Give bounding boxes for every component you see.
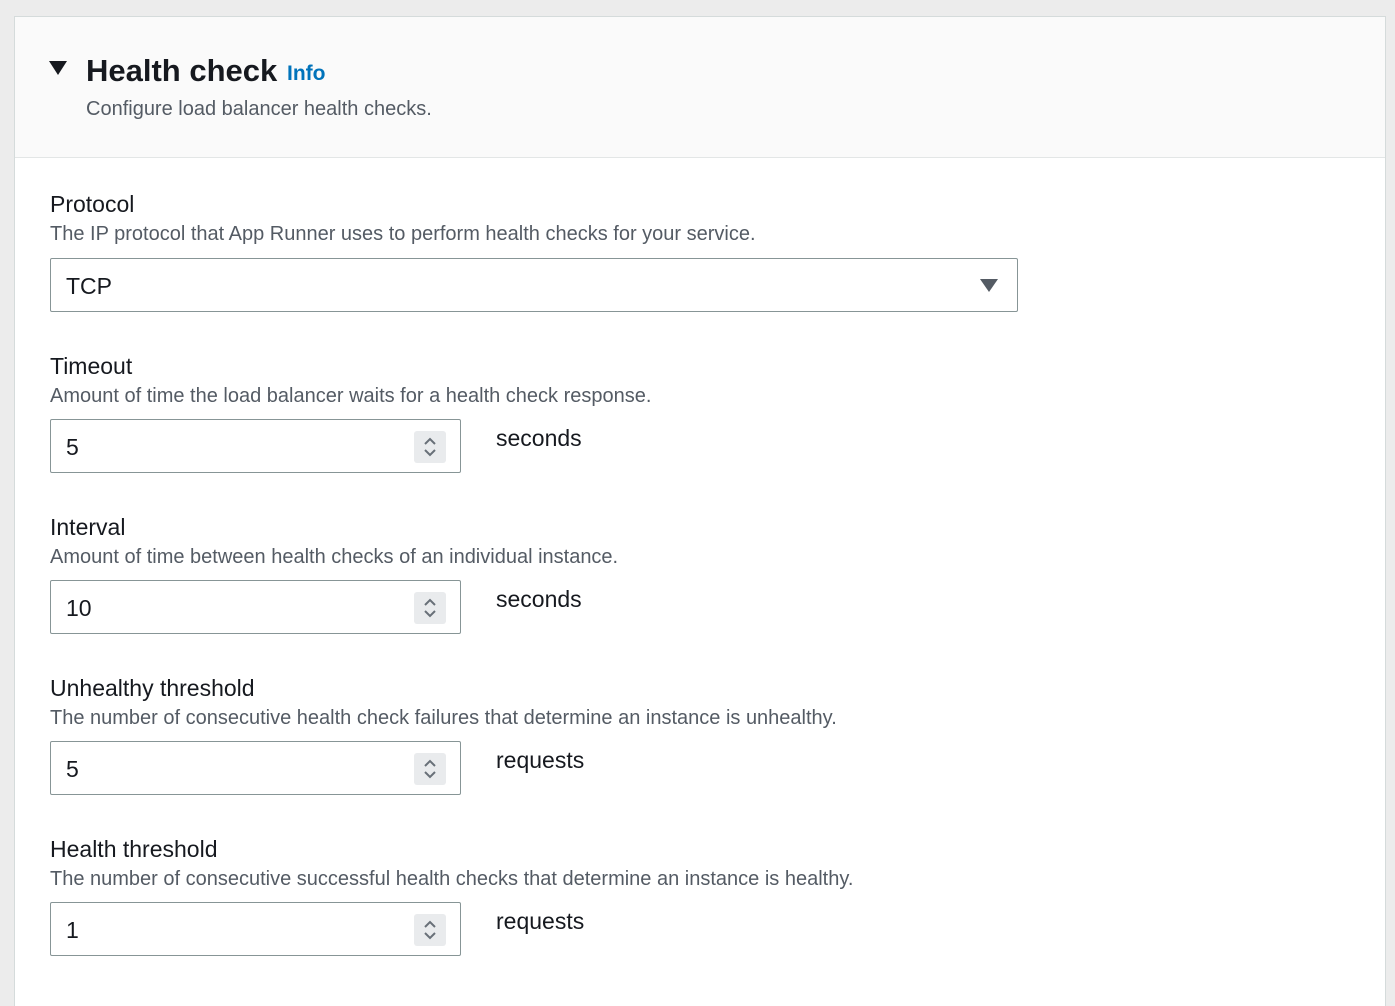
protocol-description: The IP protocol that App Runner uses to … <box>50 223 756 245</box>
timeout-description: Amount of time the load balancer waits f… <box>50 385 652 407</box>
protocol-select[interactable]: TCP <box>50 258 1018 312</box>
section-description: Configure load balancer health checks. <box>86 98 432 120</box>
section-title[interactable]: Health check <box>86 51 277 91</box>
unhealthy-threshold-unit: requests <box>496 747 585 773</box>
protocol-label: Protocol <box>50 191 135 217</box>
health-threshold-field: Health threshold The number of consecuti… <box>50 834 853 892</box>
unhealthy-threshold-description: The number of consecutive health check f… <box>50 707 837 729</box>
unhealthy-threshold-label: Unhealthy threshold <box>50 675 255 701</box>
health-threshold-input[interactable]: 1 <box>50 902 461 956</box>
protocol-selected-value: TCP <box>66 273 112 299</box>
interval-field: Interval Amount of time between health c… <box>50 512 618 570</box>
interval-value: 10 <box>66 595 92 621</box>
interval-label: Interval <box>50 514 126 540</box>
info-link[interactable]: Info <box>287 60 325 88</box>
interval-input[interactable]: 10 <box>50 580 461 634</box>
health-threshold-label: Health threshold <box>50 836 218 862</box>
up-down-stepper-icon[interactable] <box>414 431 446 463</box>
timeout-value: 5 <box>66 434 79 460</box>
unhealthy-threshold-field: Unhealthy threshold The number of consec… <box>50 673 837 731</box>
health-check-panel: Health check Info Configure load balance… <box>14 16 1386 1006</box>
interval-description: Amount of time between health checks of … <box>50 546 619 568</box>
health-threshold-value: 1 <box>66 917 79 943</box>
chevron-down-icon <box>980 279 998 292</box>
up-down-stepper-icon[interactable] <box>414 592 446 624</box>
up-down-stepper-icon[interactable] <box>414 914 446 946</box>
unhealthy-threshold-value: 5 <box>66 756 79 782</box>
interval-unit: seconds <box>496 586 582 612</box>
timeout-field: Timeout Amount of time the load balancer… <box>50 351 651 409</box>
caret-down-icon[interactable] <box>49 61 67 75</box>
protocol-field: Protocol The IP protocol that App Runner… <box>50 189 756 247</box>
timeout-input[interactable]: 5 <box>50 419 461 473</box>
timeout-label: Timeout <box>50 353 133 379</box>
health-threshold-unit: requests <box>496 908 585 934</box>
health-threshold-description: The number of consecutive successful hea… <box>50 868 854 890</box>
up-down-stepper-icon[interactable] <box>414 753 446 785</box>
timeout-unit: seconds <box>496 425 582 451</box>
unhealthy-threshold-input[interactable]: 5 <box>50 741 461 795</box>
panel-header: Health check Info Configure load balance… <box>15 17 1385 158</box>
